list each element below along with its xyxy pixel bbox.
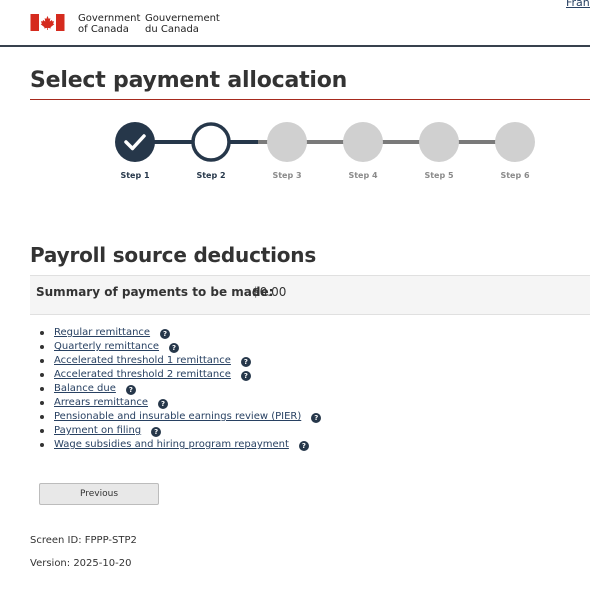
step-1-circle: [115, 122, 155, 162]
step-3-label: Step 3: [272, 171, 302, 180]
quarterly-remittance-link[interactable]: Quarterly remittance: [54, 341, 159, 352]
step-6-circle: [495, 122, 535, 162]
list-item: Arrears remittance?: [40, 396, 321, 410]
step-3-circle: [267, 122, 307, 162]
list-item: Quarterly remittance?: [40, 340, 321, 354]
language-toggle-link[interactable]: Français: [566, 0, 590, 9]
accelerated-threshold-2-link[interactable]: Accelerated threshold 2 remittance: [54, 369, 231, 380]
help-icon[interactable]: ?: [240, 357, 251, 367]
list-item: Accelerated threshold 1 remittance?: [40, 354, 321, 368]
bullet-icon: [40, 429, 44, 433]
wage-subsidies-link[interactable]: Wage subsidies and hiring program repaym…: [54, 439, 289, 450]
help-icon[interactable]: ?: [298, 441, 309, 451]
payment-type-list: Regular remittance? Quarterly remittance…: [40, 326, 322, 452]
gov-wordmark-fr: Gouvernement du Canada: [145, 13, 220, 35]
bullet-icon: [40, 331, 44, 335]
help-icon[interactable]: ?: [151, 427, 162, 437]
bullet-icon: [40, 359, 44, 363]
regular-remittance-link[interactable]: Regular remittance: [54, 327, 150, 338]
gov-en-line1: Government: [78, 13, 141, 24]
list-item: Regular remittance?: [40, 326, 321, 340]
payment-summary-panel: Summary of payments to be made: $0.00: [30, 275, 590, 315]
stepper-current-bar: [228, 140, 258, 144]
help-icon[interactable]: ?: [160, 329, 171, 339]
help-icon[interactable]: ?: [125, 385, 136, 395]
bullet-icon: [40, 373, 44, 377]
pier-link[interactable]: Pensionable and insurable earnings revie…: [54, 411, 301, 422]
version-info: Version: 2025-10-20: [30, 558, 132, 569]
bullet-icon: [40, 443, 44, 447]
step-5-label: Step 5: [424, 171, 454, 180]
bullet-icon: [40, 401, 44, 405]
list-item: Pensionable and insurable earnings revie…: [40, 410, 322, 424]
gov-wordmark-en: Government of Canada: [78, 13, 140, 35]
list-item: Payment on filing?: [40, 424, 321, 438]
page-title: Select payment allocation: [30, 68, 348, 93]
help-icon[interactable]: ?: [169, 343, 180, 353]
step-2-circle: [191, 122, 231, 162]
arrears-remittance-link[interactable]: Arrears remittance: [54, 397, 148, 408]
balance-due-link[interactable]: Balance due: [54, 383, 116, 394]
list-item: Accelerated threshold 2 remittance?: [40, 368, 321, 382]
summary-label: Summary of payments to be made:: [36, 285, 274, 299]
step-4-circle: [343, 122, 383, 162]
step-5-circle: [419, 122, 459, 162]
bullet-icon: [40, 345, 44, 349]
gov-en-line2: of Canada: [78, 24, 129, 35]
stepper-graphic: [115, 122, 535, 162]
help-icon[interactable]: ?: [157, 399, 168, 409]
help-icon[interactable]: ?: [240, 371, 251, 381]
summary-amount: $0.00: [252, 285, 287, 299]
canada-flag-icon: [30, 14, 65, 31]
payment-on-filing-link[interactable]: Payment on filing: [54, 425, 141, 436]
screen-id: Screen ID: FPPP-STP2: [30, 535, 137, 546]
title-underline: [30, 99, 590, 100]
list-item: Wage subsidies and hiring program repaym…: [40, 438, 321, 452]
help-icon[interactable]: ?: [311, 413, 322, 423]
step-4-label: Step 4: [348, 171, 378, 180]
bullet-icon: [40, 387, 44, 391]
gov-fr-line1: Gouvernement: [145, 13, 220, 24]
accelerated-threshold-1-link[interactable]: Accelerated threshold 1 remittance: [54, 355, 231, 366]
section-title: Payroll source deductions: [30, 243, 317, 267]
site-header: Government of Canada Gouvernement du Can…: [0, 0, 590, 47]
list-item: Balance due?: [40, 382, 321, 396]
step-6-label: Step 6: [500, 171, 530, 180]
step-2-label: Step 2: [196, 171, 226, 180]
bullet-icon: [40, 415, 44, 419]
progress-stepper: Step 1 Step 2 Step 3 Step 4 Step 5 Step …: [0, 120, 590, 190]
step-1-label: Step 1: [120, 171, 150, 180]
previous-button[interactable]: Previous: [39, 483, 159, 505]
gov-fr-line2: du Canada: [145, 24, 199, 35]
